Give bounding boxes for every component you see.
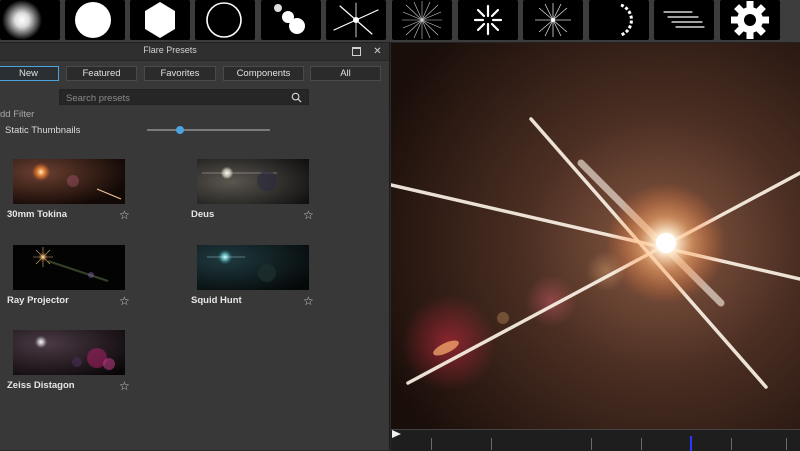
preset-card[interactable]: Ray Projector ☆ bbox=[7, 245, 132, 313]
preset-thumbnail[interactable] bbox=[197, 159, 309, 204]
favorite-star-icon[interactable]: ☆ bbox=[119, 380, 130, 392]
preset-name: Deus bbox=[191, 209, 215, 220]
shimmer-element[interactable] bbox=[458, 0, 518, 40]
timeline-tick bbox=[786, 438, 787, 450]
preset-card[interactable]: 30mm Tokina ☆ bbox=[7, 159, 132, 227]
search-input[interactable] bbox=[64, 90, 283, 106]
preset-thumbnail[interactable] bbox=[197, 245, 309, 290]
preset-name: Zeiss Distagon bbox=[7, 380, 75, 391]
element-toolbar bbox=[0, 0, 800, 43]
preset-name: Ray Projector bbox=[7, 295, 69, 306]
maximize-button[interactable] bbox=[350, 45, 363, 57]
tab-new[interactable]: New bbox=[0, 66, 59, 81]
glow-element[interactable] bbox=[0, 0, 60, 40]
streak-element[interactable] bbox=[326, 0, 386, 40]
panel-titlebar: Flare Presets ✕ bbox=[0, 43, 389, 61]
preset-thumbnail[interactable] bbox=[13, 245, 125, 290]
streak-icon bbox=[333, 2, 379, 38]
preset-name: Squid Hunt bbox=[191, 295, 242, 306]
disc-element[interactable] bbox=[65, 0, 125, 40]
favorite-star-icon[interactable]: ☆ bbox=[303, 295, 314, 307]
maximize-icon bbox=[352, 46, 361, 56]
thumbnail-size-slider[interactable] bbox=[147, 126, 270, 134]
timeline-tick bbox=[731, 438, 732, 450]
caustic-element[interactable] bbox=[589, 0, 649, 40]
panel-title: Flare Presets bbox=[143, 45, 197, 55]
polygon-element[interactable] bbox=[130, 0, 190, 40]
spike-ball-icon bbox=[402, 1, 442, 39]
timeline-bar[interactable] bbox=[391, 429, 800, 451]
timeline-tick bbox=[431, 438, 432, 450]
slider-thumb[interactable] bbox=[176, 126, 185, 134]
glow-icon bbox=[2, 0, 42, 40]
favorite-star-icon[interactable]: ☆ bbox=[119, 295, 130, 307]
preset-card[interactable]: Squid Hunt ☆ bbox=[191, 245, 316, 313]
sparkle-icon bbox=[535, 3, 571, 37]
preset-name: 30mm Tokina bbox=[7, 209, 68, 220]
search-icon[interactable] bbox=[291, 92, 302, 103]
preset-card[interactable]: Deus ☆ bbox=[191, 159, 316, 227]
tab-components[interactable]: Components bbox=[223, 66, 304, 81]
play-marker-icon[interactable] bbox=[392, 430, 401, 438]
flare-preview-viewport[interactable] bbox=[391, 43, 800, 429]
favorite-star-icon[interactable]: ☆ bbox=[303, 209, 314, 221]
timeline-tick bbox=[641, 438, 642, 450]
lens-streaks-element[interactable] bbox=[654, 0, 714, 40]
ring-icon bbox=[206, 2, 242, 38]
lens-streaks-icon bbox=[663, 11, 705, 28]
multi-iris-icon bbox=[274, 4, 305, 34]
tab-all[interactable]: All bbox=[310, 66, 381, 81]
close-button[interactable]: ✕ bbox=[371, 45, 384, 57]
shimmer-icon bbox=[473, 4, 503, 36]
tab-featured[interactable]: Featured bbox=[66, 66, 137, 81]
timeline-tick bbox=[591, 438, 592, 450]
tab-favorites[interactable]: Favorites bbox=[144, 66, 216, 81]
preset-card[interactable]: Zeiss Distagon ☆ bbox=[7, 330, 132, 398]
close-icon: ✕ bbox=[373, 45, 382, 57]
flare-presets-panel: Flare Presets ✕ New Featured Favorites C… bbox=[0, 43, 390, 450]
favorite-star-icon[interactable]: ☆ bbox=[119, 209, 130, 221]
preset-thumbnail[interactable] bbox=[13, 159, 125, 204]
search-box bbox=[59, 89, 309, 106]
ring-element[interactable] bbox=[195, 0, 255, 40]
hexagon-icon bbox=[145, 2, 175, 38]
add-filter-link[interactable]: dd Filter bbox=[0, 109, 34, 120]
multi-iris-element[interactable] bbox=[261, 0, 321, 40]
timeline-tick bbox=[491, 438, 492, 450]
spike-ball-element[interactable] bbox=[392, 0, 452, 40]
disc-icon bbox=[75, 2, 111, 38]
timeline-playhead[interactable] bbox=[690, 436, 692, 451]
static-thumbnails-label: Static Thumbnails bbox=[5, 125, 81, 136]
preset-thumbnail[interactable] bbox=[13, 330, 125, 375]
gear-icon bbox=[731, 1, 769, 39]
settings-element[interactable] bbox=[720, 0, 780, 40]
sparkle-element[interactable] bbox=[523, 0, 583, 40]
caustic-icon bbox=[620, 3, 633, 37]
